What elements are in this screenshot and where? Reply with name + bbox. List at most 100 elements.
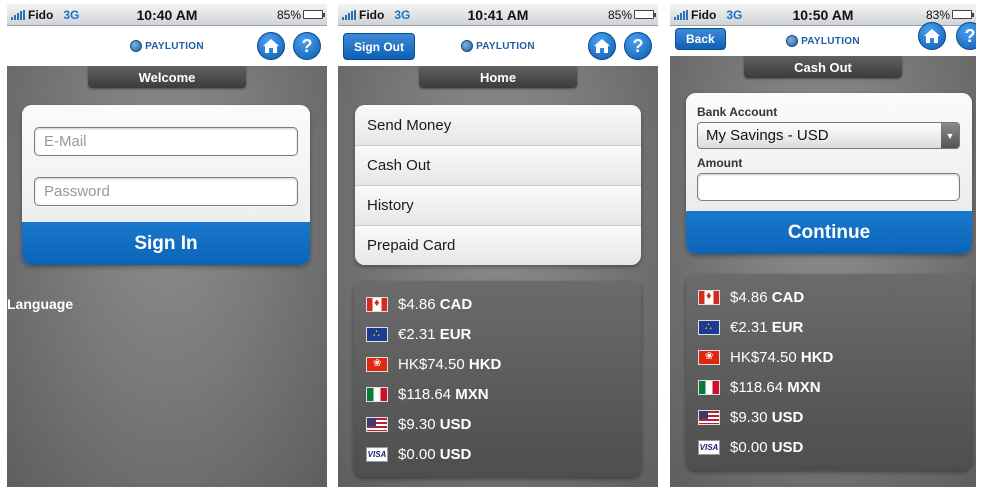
balances-panel: $4.86 CAD €2.31 EUR HK$74.50 HKD $118.64…	[354, 281, 641, 477]
email-field[interactable]: E-Mail	[34, 127, 298, 156]
balance-amount: $4.86 CAD	[398, 295, 473, 313]
help-button[interactable]: ?	[624, 32, 652, 60]
home-icon	[924, 29, 940, 43]
balance-amount: $9.30 USD	[398, 415, 472, 433]
sign-in-button[interactable]: Sign In	[22, 222, 310, 265]
mexico-flag-icon	[698, 379, 720, 395]
help-button[interactable]: ?	[293, 32, 321, 60]
chevron-down-icon: ▼	[941, 123, 959, 148]
status-bar: Fido 3G 10:41 AM 85%	[338, 4, 658, 26]
battery-status: 83%	[925, 7, 974, 22]
password-field[interactable]: Password	[34, 177, 298, 206]
status-bar: Fido 3G 10:40 AM 85%	[7, 4, 327, 26]
home-button[interactable]	[918, 22, 946, 50]
hong-kong-flag-icon	[366, 356, 388, 372]
menu-item-cash-out[interactable]: Cash Out	[355, 145, 641, 185]
balance-row: €2.31 EUR	[366, 319, 629, 349]
logo-text: PAYLUTION	[476, 40, 535, 52]
home-button[interactable]	[257, 32, 285, 60]
network-type: 3G	[63, 7, 80, 22]
balance-amount: $0.00 USD	[730, 438, 804, 456]
carrier-name: Fido	[359, 7, 385, 22]
carrier-name: Fido	[691, 7, 717, 22]
screenshots-row: Fido 3G 10:40 AM 85% PAYLUTION ? Welcome…	[0, 0, 984, 491]
signal-icon	[11, 9, 25, 20]
battery-icon	[303, 10, 325, 19]
cash-out-screen: Fido 3G 10:50 AM 83% Back PAYLUTION ? Ca…	[670, 4, 976, 487]
continue-button[interactable]: Continue	[686, 211, 972, 254]
balance-row: $118.64 MXN	[366, 379, 629, 409]
bank-account-label: Bank Account	[697, 105, 778, 119]
balance-row: HK$74.50 HKD	[366, 349, 629, 379]
help-icon: ?	[301, 35, 313, 56]
balance-amount: $4.86 CAD	[730, 288, 805, 306]
paylution-logo: PAYLUTION	[130, 40, 204, 52]
balance-row: VISA $0.00 USD	[366, 439, 629, 469]
battery-percent: 85%	[276, 7, 301, 22]
battery-status: 85%	[607, 7, 656, 22]
page-title: Welcome	[88, 66, 246, 88]
logo-icon	[130, 40, 143, 52]
logo-text: PAYLUTION	[801, 35, 860, 47]
network-type: 3G	[394, 7, 411, 22]
help-icon: ?	[632, 35, 644, 56]
bank-account-select[interactable]: My Savings - USD ▼	[697, 122, 960, 149]
carrier-name: Fido	[28, 7, 54, 22]
balance-amount: €2.31 EUR	[398, 325, 472, 343]
app-header: Sign Out PAYLUTION ?	[338, 26, 658, 66]
network-type: 3G	[726, 7, 743, 22]
balance-amount: $9.30 USD	[730, 408, 804, 426]
balances-panel: $4.86 CAD €2.31 EUR HK$74.50 HKD $118.64…	[686, 274, 972, 470]
amount-field[interactable]	[697, 173, 960, 201]
visa-card-icon: VISA	[366, 446, 388, 462]
balance-amount: HK$74.50 HKD	[398, 355, 502, 373]
balance-row: $4.86 CAD	[366, 289, 629, 319]
main-menu: Send Money Cash Out History Prepaid Card	[355, 105, 641, 265]
paylution-logo: PAYLUTION	[461, 40, 535, 52]
mexico-flag-icon	[366, 386, 388, 402]
home-screen: Fido 3G 10:41 AM 85% Sign Out PAYLUTION …	[338, 4, 658, 487]
balance-row: $9.30 USD	[698, 402, 960, 432]
page-title: Cash Out	[744, 56, 902, 78]
balance-amount: €2.31 EUR	[730, 318, 804, 336]
welcome-screen: Fido 3G 10:40 AM 85% PAYLUTION ? Welcome…	[7, 4, 327, 487]
visa-card-icon: VISA	[698, 439, 720, 455]
balance-row: $4.86 CAD	[698, 282, 960, 312]
balance-row: HK$74.50 HKD	[698, 342, 960, 372]
sign-out-button[interactable]: Sign Out	[343, 33, 415, 60]
help-icon: ?	[964, 25, 976, 46]
hong-kong-flag-icon	[698, 349, 720, 365]
menu-item-send-money[interactable]: Send Money	[355, 105, 641, 145]
cash-out-form: Bank Account My Savings - USD ▼ Amount	[686, 93, 972, 211]
bank-account-value: My Savings - USD	[706, 127, 829, 144]
home-button[interactable]	[588, 32, 616, 60]
canada-flag-icon	[366, 296, 388, 312]
battery-status: 85%	[276, 7, 325, 22]
cash-out-card: Bank Account My Savings - USD ▼ Amount C…	[686, 93, 972, 254]
signal-icon	[342, 9, 356, 20]
paylution-logo: PAYLUTION	[786, 35, 860, 47]
page-title: Home	[419, 66, 577, 88]
logo-text: PAYLUTION	[145, 40, 204, 52]
menu-item-history[interactable]: History	[355, 185, 641, 225]
back-button[interactable]: Back	[675, 28, 726, 50]
language-link[interactable]: Language	[7, 296, 73, 312]
balance-row: $118.64 MXN	[698, 372, 960, 402]
balance-amount: $118.64 MXN	[398, 385, 489, 403]
login-card: E-Mail Password Sign In	[22, 105, 310, 265]
home-icon	[263, 39, 279, 53]
app-header: Back PAYLUTION ?	[670, 22, 976, 56]
balance-row: VISA $0.00 USD	[698, 432, 960, 462]
battery-percent: 83%	[925, 7, 950, 22]
us-flag-icon	[366, 416, 388, 432]
menu-item-prepaid-card[interactable]: Prepaid Card	[355, 225, 641, 265]
app-header: PAYLUTION ?	[7, 26, 327, 66]
balance-row: $9.30 USD	[366, 409, 629, 439]
eu-flag-icon	[698, 319, 720, 335]
battery-icon	[634, 10, 656, 19]
logo-icon	[461, 40, 474, 52]
help-button[interactable]: ?	[956, 22, 976, 50]
eu-flag-icon	[366, 326, 388, 342]
canada-flag-icon	[698, 289, 720, 305]
battery-percent: 85%	[607, 7, 632, 22]
